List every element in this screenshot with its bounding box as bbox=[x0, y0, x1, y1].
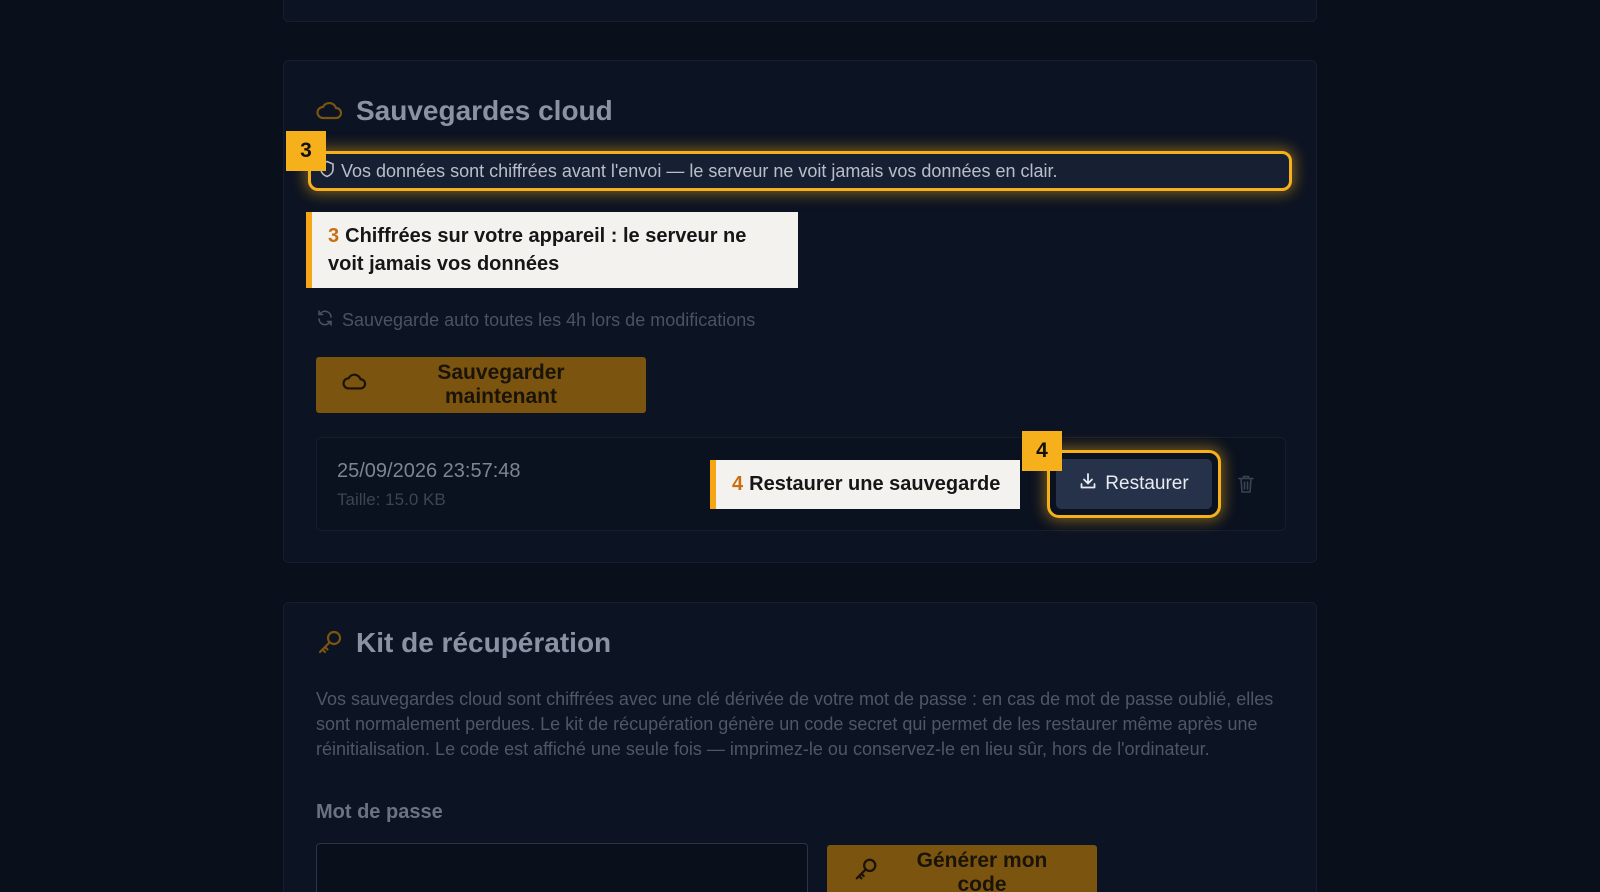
tutorial-callout-3: 3 Chiffrées sur votre appareil : le serve… bbox=[306, 212, 798, 288]
recovery-section-header: Kit de récupération bbox=[316, 627, 611, 659]
save-now-button[interactable]: Sauvegarder maintenant bbox=[316, 357, 646, 413]
save-now-label: Sauvegarder maintenant bbox=[437, 361, 565, 408]
password-input[interactable] bbox=[316, 843, 808, 892]
key-icon bbox=[853, 857, 879, 889]
tutorial-callout-text-3: Chiffrées sur votre appareil : le serveu… bbox=[328, 225, 747, 275]
generate-code-button[interactable]: Générer mon code bbox=[827, 845, 1097, 892]
previous-section-card bbox=[283, 0, 1317, 22]
recovery-description: Vos sauvegardes cloud sont chiffrées ave… bbox=[316, 689, 1274, 759]
recovery-kit-section: Kit de récupération Vos sauvegardes clou… bbox=[283, 602, 1317, 892]
tutorial-callout-text-4: Restaurer une sauvegarde bbox=[749, 473, 1001, 495]
encryption-notice-text: Vos données sont chiffrées avant l'envoi… bbox=[341, 160, 1058, 181]
cloud-icon bbox=[342, 371, 368, 399]
tutorial-callout-4: 4 Restaurer une sauvegarde bbox=[710, 460, 1020, 509]
password-label: Mot de passe bbox=[316, 801, 443, 823]
restore-label: Restaurer bbox=[1105, 473, 1189, 494]
cloud-section-title: Sauvegardes cloud bbox=[356, 95, 613, 126]
tutorial-step-number-3: 3 bbox=[328, 225, 340, 247]
backup-size: Taille: 15.0 KB bbox=[337, 490, 446, 509]
tutorial-step-badge-3: 3 bbox=[286, 131, 326, 171]
cloud-section-header: Sauvegardes cloud bbox=[316, 95, 613, 127]
restore-button[interactable]: Restaurer bbox=[1056, 459, 1212, 509]
key-icon bbox=[316, 629, 344, 657]
refresh-icon bbox=[316, 309, 334, 332]
restore-highlight: Restaurer bbox=[1047, 450, 1221, 518]
generate-code-label: Générer mon code bbox=[916, 849, 1048, 892]
trash-icon[interactable] bbox=[1237, 474, 1255, 499]
encryption-notice: Vos données sont chiffrées avant l'envoi… bbox=[308, 151, 1292, 191]
autosave-text: Sauvegarde auto toutes les 4h lors de mo… bbox=[342, 310, 756, 330]
backup-date: 25/09/2026 23:57:48 bbox=[337, 460, 521, 482]
tutorial-step-badge-4: 4 bbox=[1022, 431, 1062, 471]
download-icon bbox=[1079, 472, 1097, 496]
recovery-section-title: Kit de récupération bbox=[356, 627, 612, 658]
cloud-icon bbox=[316, 99, 344, 123]
tutorial-step-number-4: 4 bbox=[732, 473, 744, 495]
autosave-info: Sauvegarde auto toutes les 4h lors de mo… bbox=[316, 309, 755, 332]
